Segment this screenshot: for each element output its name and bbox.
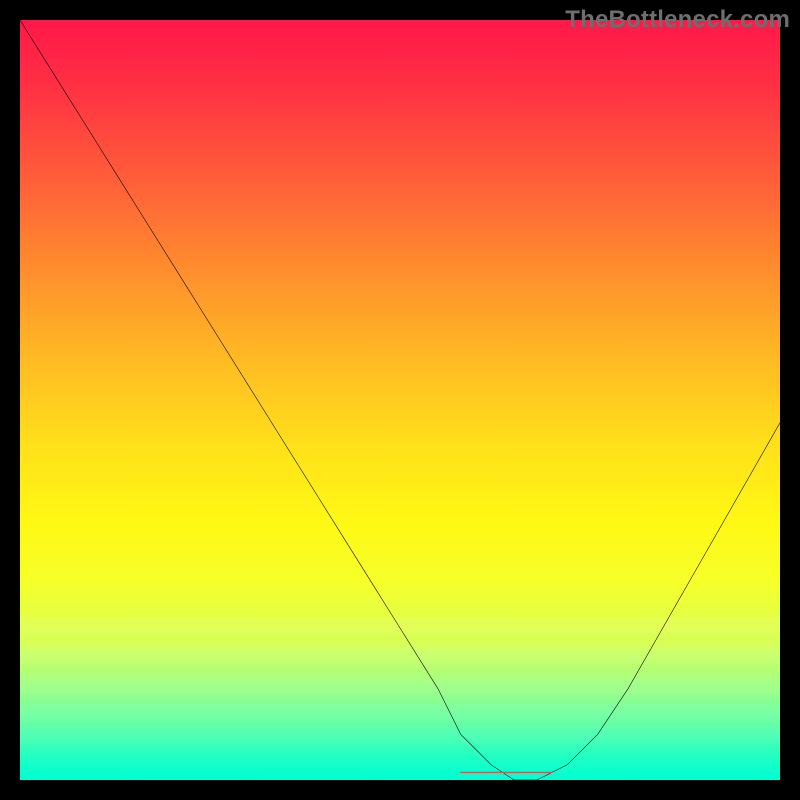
optimal-flat-zone (20, 20, 780, 780)
chart-plot-area (20, 20, 780, 780)
watermark-text: TheBottleneck.com (565, 6, 790, 34)
chart-frame: TheBottleneck.com (0, 0, 800, 800)
